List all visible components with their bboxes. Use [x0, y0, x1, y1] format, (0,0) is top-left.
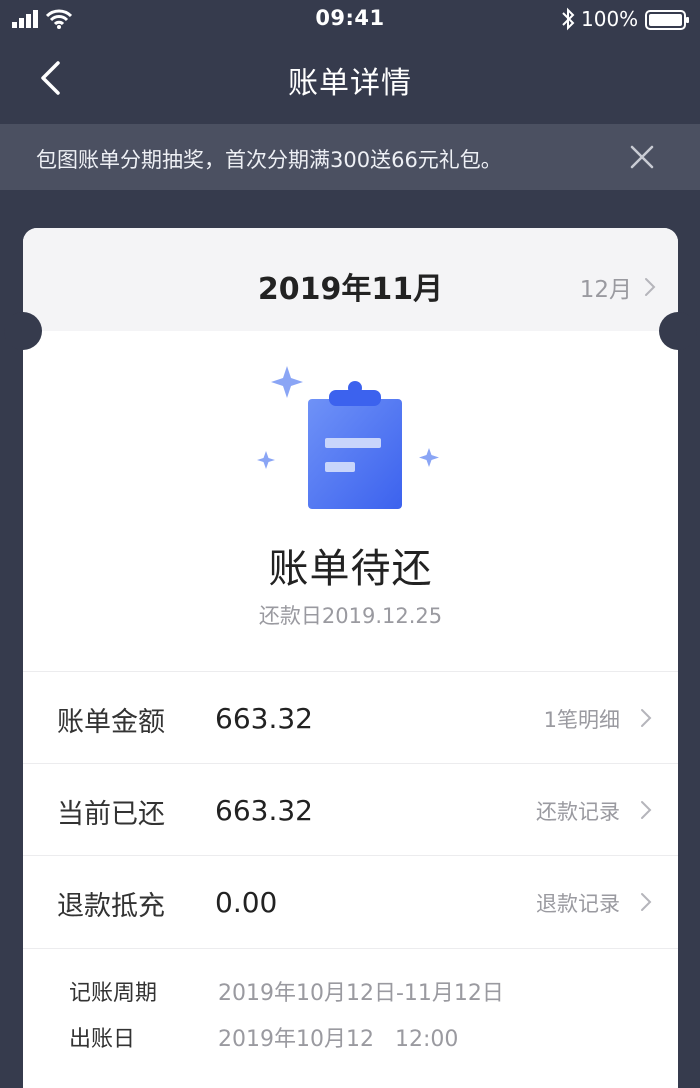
promo-banner: 包图账单分期抽奖，首次分期满300送66元礼包。 [0, 124, 700, 190]
bill-info-block: 记账周期 2019年10月12日-11月12日 出账日 2019年10月12 1… [23, 948, 678, 1052]
bill-card-header: 2019年11月 12月 [23, 228, 678, 331]
page-title: 账单详情 [288, 66, 412, 101]
ticket-notch-left [4, 312, 42, 350]
nav-bar: 账单详情 [0, 40, 700, 124]
statement-date-label: 出账日 [69, 1027, 136, 1052]
repayment-record-link[interactable]: 还款记录 [536, 796, 620, 826]
status-bar: 09:41 100% [0, 0, 700, 40]
billing-cycle-label: 记账周期 [69, 981, 158, 1006]
promo-close-button[interactable] [624, 139, 660, 175]
row-value: 0.00 [215, 886, 278, 919]
sparkle-icon [271, 366, 303, 398]
row-value: 663.32 [215, 794, 313, 827]
billing-cycle-value: 2019年10月12日-11月12日 [218, 981, 504, 1006]
battery-icon [645, 10, 689, 30]
row-refund-offset[interactable]: 退款抵充 0.00 退款记录 [23, 855, 678, 948]
promo-text: 包图账单分期抽奖，首次分期满300送66元礼包。 [36, 148, 502, 172]
row-value: 663.32 [215, 702, 313, 735]
bill-detail-link[interactable]: 1笔明细 [544, 704, 620, 734]
due-date: 还款日2019.12.25 [258, 604, 443, 628]
row-bill-amount[interactable]: 账单金额 663.32 1笔明细 [23, 671, 678, 764]
row-label: 账单金额 [57, 707, 165, 738]
chevron-right-icon [645, 278, 656, 296]
next-month-button[interactable]: 12月 [580, 270, 656, 304]
sparkle-icon [257, 451, 275, 469]
row-label: 退款抵充 [57, 891, 165, 922]
sparkle-icon [419, 448, 439, 467]
refund-record-link[interactable]: 退款记录 [536, 888, 620, 918]
chevron-right-icon [641, 893, 652, 911]
bill-status: 账单待还 [268, 546, 433, 592]
clipboard-icon [257, 366, 439, 509]
bluetooth-icon [562, 7, 575, 31]
next-month-label: 12月 [579, 277, 632, 303]
close-icon [630, 145, 654, 169]
row-paid-amount[interactable]: 当前已还 663.32 还款记录 [23, 763, 678, 856]
statement-date-value: 2019年10月12 12:00 [218, 1027, 459, 1052]
battery-percent: 100% [581, 7, 639, 31]
ticket-notch-right [659, 312, 697, 350]
row-label: 当前已还 [57, 799, 165, 830]
chevron-right-icon [641, 709, 652, 727]
bill-card: 2019年11月 12月 账单待还 还款日2019.12.25 账单金额 663… [4, 228, 697, 1088]
chevron-right-icon [641, 801, 652, 819]
